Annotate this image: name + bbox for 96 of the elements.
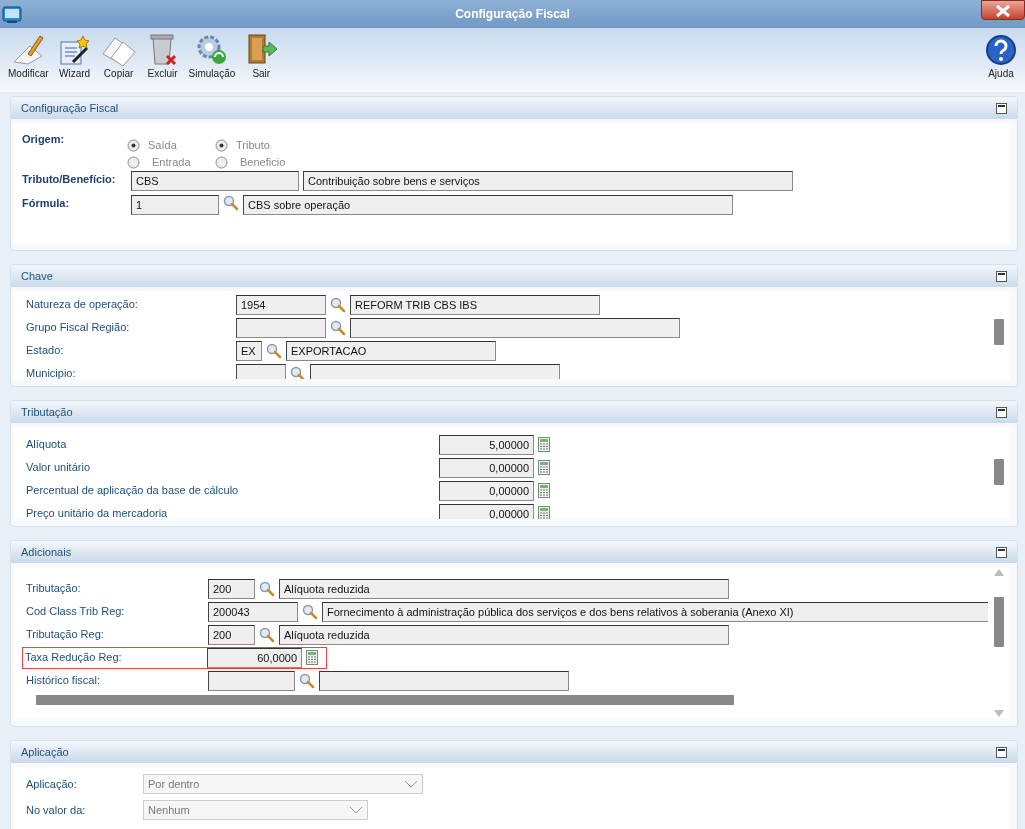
radio-option[interactable]: Tributo	[215, 137, 335, 154]
code-field[interactable]	[208, 670, 295, 691]
search-icon[interactable]	[259, 626, 275, 643]
panel-title: Adicionais	[21, 544, 72, 560]
description-field[interactable]	[310, 363, 560, 379]
search-icon[interactable]	[259, 580, 275, 597]
field-label: Alíquota	[26, 437, 68, 453]
number-field[interactable]: 5,00000	[439, 434, 534, 455]
number-field[interactable]: 60,0000	[207, 647, 302, 668]
app-icon	[2, 6, 22, 24]
minimize-icon[interactable]	[996, 746, 1007, 758]
calculator-icon[interactable]	[306, 650, 318, 665]
toolbar-button[interactable]: Sair	[239, 32, 284, 79]
field-label: Taxa Redução Reg:	[24, 650, 123, 666]
radio-option[interactable]: Saída	[127, 137, 215, 154]
code-field[interactable]: EX	[236, 340, 262, 361]
description-field[interactable]: REFORM TRIB CBS IBS	[350, 294, 600, 315]
calculator-icon[interactable]	[538, 506, 550, 519]
radio-button[interactable]	[127, 139, 140, 152]
panel-title: Configuração Fiscal	[21, 100, 119, 116]
scroll-thumb[interactable]	[994, 459, 1004, 485]
search-icon[interactable]	[330, 319, 346, 336]
code-field[interactable]: 200	[208, 578, 255, 599]
description-field[interactable]: Alíquota reduzida	[279, 624, 729, 645]
field-label: Percentual de aplicação da base de cálculo	[26, 483, 240, 499]
close-button[interactable]	[981, 0, 1025, 20]
code-field[interactable]: 1	[131, 195, 219, 215]
field-label: Preço unitário da mercadoria	[26, 506, 169, 519]
radio-button[interactable]	[127, 156, 140, 169]
minimize-icon[interactable]	[996, 406, 1007, 418]
description-field[interactable]: EXPORTACAO	[286, 340, 496, 361]
calculator-icon[interactable]	[538, 483, 550, 498]
field-label: Cod Class Trib Reg:	[25, 604, 126, 620]
dropdown[interactable]: Nenhum	[143, 800, 368, 820]
chevron-icon	[404, 780, 418, 788]
code-field[interactable]: 200	[208, 624, 255, 645]
help-button[interactable]: Ajuda	[981, 32, 1021, 79]
description-field[interactable]	[350, 317, 680, 338]
field-label: Aplicação:	[26, 776, 78, 792]
field-label: Origem:	[22, 132, 66, 147]
toolbar-button[interactable]: Copiar	[96, 32, 141, 79]
panel-title: Chave	[21, 268, 53, 284]
down-arrow-icon[interactable]	[993, 709, 1005, 719]
window-title: Configuração Fiscal	[455, 6, 570, 23]
up-arrow-icon[interactable]	[993, 567, 1005, 577]
code-field[interactable]	[236, 317, 326, 338]
field-label: No valor da:	[26, 802, 87, 818]
description-field[interactable]: CBS sobre operação	[243, 195, 733, 215]
code-field[interactable]	[236, 363, 286, 379]
scroll-thumb[interactable]	[994, 319, 1004, 345]
panel-title: Tributação	[21, 404, 73, 420]
dropdown[interactable]: Por dentro	[143, 774, 423, 794]
field-label: Tributo/Benefício:	[22, 172, 117, 187]
search-icon[interactable]	[330, 296, 346, 313]
description-field[interactable]: Contribuição sobre bens e serviços	[303, 171, 793, 191]
radio-option[interactable]: Beneficio	[215, 154, 335, 171]
number-field[interactable]: 0,00000	[439, 457, 534, 478]
code-field[interactable]: CBS	[131, 171, 299, 191]
toolbar-button[interactable]: Modificar	[4, 32, 53, 79]
field-label: Municipio:	[26, 366, 77, 379]
panel-title: Aplicação	[21, 744, 69, 760]
minimize-icon[interactable]	[996, 102, 1007, 114]
toolbar-button[interactable]: Wizard	[52, 32, 97, 79]
toolbar-button[interactable]: Simulação	[184, 32, 240, 79]
search-icon[interactable]	[266, 342, 282, 359]
description-field[interactable]: Alíquota reduzida	[279, 578, 729, 599]
field-label: Histórico fiscal:	[25, 673, 101, 689]
code-field[interactable]: 200043	[208, 601, 298, 622]
number-field[interactable]: 0,00000	[439, 503, 534, 519]
field-label: Tributação Reg:	[25, 627, 105, 643]
search-icon[interactable]	[290, 365, 306, 379]
radio-button[interactable]	[215, 156, 228, 169]
field-label: Fórmula:	[22, 196, 71, 211]
scrollbar[interactable]	[36, 695, 734, 705]
chevron-icon	[349, 806, 363, 814]
minimize-icon[interactable]	[996, 270, 1007, 282]
search-icon[interactable]	[299, 672, 315, 689]
search-icon[interactable]	[223, 195, 239, 211]
code-field[interactable]: 1954	[236, 294, 326, 315]
field-label: Tributação:	[25, 581, 82, 597]
search-icon[interactable]	[302, 603, 318, 620]
minimize-icon[interactable]	[996, 546, 1007, 558]
field-label: Grupo Fiscal Região:	[26, 320, 131, 336]
close-icon	[995, 3, 1011, 18]
help-icon	[985, 32, 1017, 68]
field-label: Valor unitário	[26, 460, 91, 476]
radio-option[interactable]: Entrada	[127, 154, 215, 171]
toolbar-button[interactable]: Excluir	[140, 32, 185, 79]
number-field[interactable]: 0,00000	[439, 480, 534, 501]
calculator-icon[interactable]	[538, 460, 550, 475]
description-field[interactable]	[319, 670, 569, 691]
scroll-thumb[interactable]	[994, 597, 1004, 647]
radio-button[interactable]	[215, 139, 228, 152]
calculator-icon[interactable]	[538, 437, 550, 452]
field-label: Estado:	[26, 343, 65, 359]
field-label: Natureza de operação:	[26, 297, 139, 313]
